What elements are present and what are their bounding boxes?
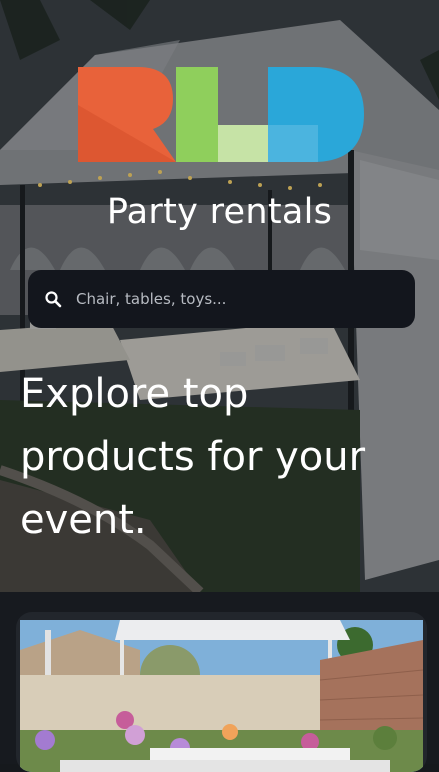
hero-section: Party rentals Explore top products for y… — [0, 0, 439, 592]
product-card[interactable] — [16, 612, 427, 772]
search-bar[interactable] — [28, 270, 415, 328]
hero-headline: Explore top products for your event. — [20, 371, 366, 543]
product-image — [20, 620, 423, 772]
search-icon — [44, 290, 62, 308]
search-input[interactable] — [74, 289, 388, 309]
brand-title: Party rentals — [106, 192, 333, 232]
brand-logo[interactable] — [78, 67, 364, 162]
rld-logo-icon — [78, 67, 364, 162]
